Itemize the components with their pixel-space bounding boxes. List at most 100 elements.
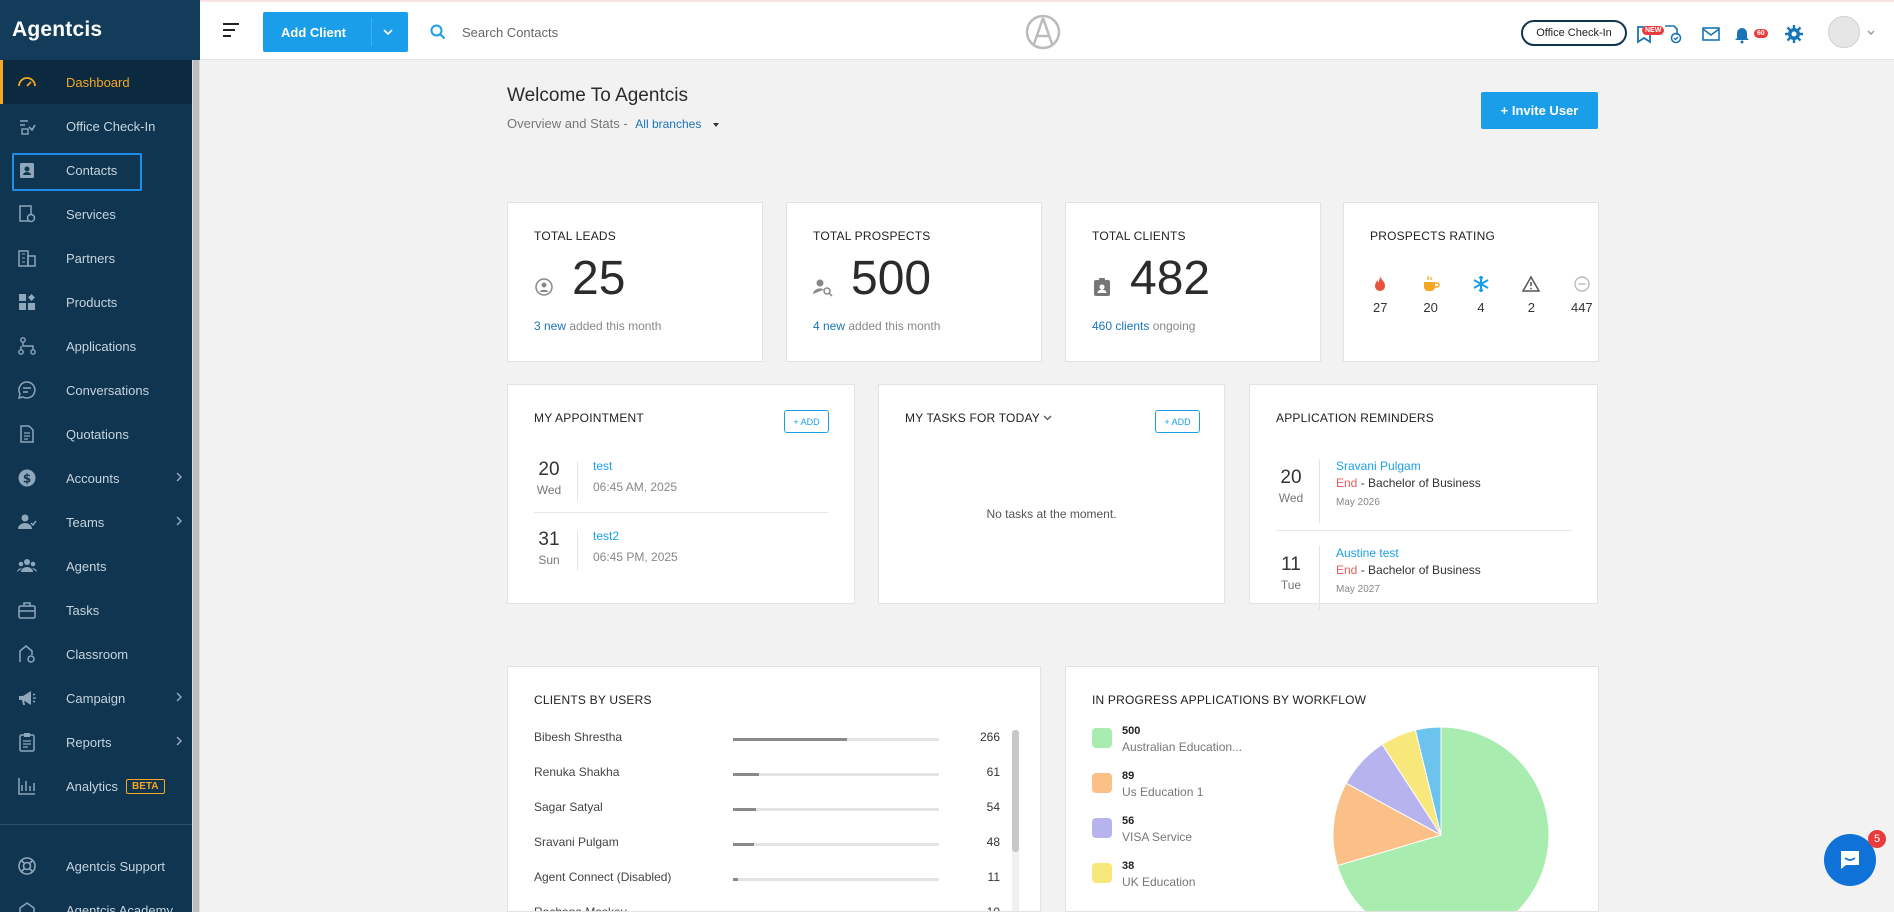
add-appointment-button[interactable]: + ADD	[784, 410, 829, 433]
add-task-button[interactable]: + ADD	[1155, 410, 1200, 433]
chevron-down-icon[interactable]	[1043, 413, 1052, 422]
warning-icon	[1522, 275, 1541, 292]
sidebar-item-teams[interactable]: Teams	[0, 500, 200, 544]
scrollbar-thumb[interactable]	[193, 60, 199, 912]
chevron-right-icon	[176, 472, 183, 482]
sidebar-item-label: Classroom	[66, 646, 129, 662]
user-row[interactable]: Renuka Shakha 61	[534, 765, 1004, 785]
rating-warm[interactable]: 20	[1412, 275, 1448, 317]
branch-selector[interactable]: All branches	[635, 117, 701, 131]
stat-link[interactable]: 3 new	[534, 319, 566, 333]
agentcis-logo-icon[interactable]	[1025, 14, 1061, 50]
sidebar-item-label: Services	[66, 206, 116, 222]
search-input[interactable]	[462, 20, 762, 44]
legend-value: 38	[1122, 860, 1135, 872]
appointment-title[interactable]: test	[593, 459, 612, 473]
appointment-title[interactable]: test2	[593, 529, 619, 543]
invite-user-button[interactable]: + Invite User	[1481, 92, 1598, 129]
user-row[interactable]: Rachana Maskey 10	[534, 905, 1004, 911]
legend-item[interactable]: 500 Australian Education...	[1092, 725, 1292, 765]
sidebar-scrollbar[interactable]	[192, 60, 200, 912]
sidebar-item-quotations[interactable]: Quotations	[0, 412, 200, 456]
reminder-detail: End - Bachelor of Business	[1336, 476, 1481, 490]
legend-swatch	[1092, 863, 1112, 883]
sidebar-item-partners[interactable]: Partners	[0, 236, 200, 280]
chevron-down-icon[interactable]	[1866, 28, 1876, 38]
rating-hot[interactable]: 27	[1362, 275, 1398, 317]
mail-icon[interactable]	[1701, 24, 1721, 44]
user-row[interactable]: Sagar Satyal 54	[534, 800, 1004, 820]
legend-label: VISA Service	[1122, 830, 1193, 844]
user-row[interactable]: Sravani Pulgam 48	[534, 835, 1004, 855]
office-checkin-button[interactable]: Office Check-In	[1521, 20, 1627, 46]
sidebar-item-classroom[interactable]: Classroom	[0, 632, 200, 676]
sidebar-item-office-check-in[interactable]: Office Check-In	[0, 104, 200, 148]
reminder-client-name[interactable]: Austine test	[1336, 546, 1399, 560]
stat-link[interactable]: 460 clients	[1092, 319, 1149, 333]
sidebar-item-services[interactable]: Services	[0, 192, 200, 236]
sidebar-item-academy[interactable]: Agentcis Academy	[0, 888, 192, 912]
my-appointment-card: MY APPOINTMENT + ADD 20 Wed test 06:45 A…	[507, 384, 855, 604]
sidebar-item-products[interactable]: Products	[0, 280, 200, 324]
reminder-item[interactable]: 20 Wed Sravani Pulgam End - Bachelor of …	[1276, 459, 1572, 529]
card-title: APPLICATION REMINDERS	[1276, 411, 1435, 425]
brand-logo[interactable]: Agentcis	[0, 0, 200, 60]
legend-value: 56	[1122, 815, 1135, 827]
sidebar-item-tasks[interactable]: Tasks	[0, 588, 200, 632]
stat-link[interactable]: 4 new	[813, 319, 845, 333]
reminder-item[interactable]: 11 Tue Austine test End - Bachelor of Bu…	[1276, 546, 1572, 616]
progress-fill	[733, 773, 760, 776]
prospects-rating-card: PROSPECTS RATING 27 20 4 2 447	[1343, 202, 1599, 362]
rating-cold[interactable]: 4	[1463, 275, 1499, 317]
sidebar-item-agents[interactable]: Agents	[0, 544, 200, 588]
document-check-icon[interactable]	[1662, 24, 1682, 44]
reminder-client-name[interactable]: Sravani Pulgam	[1336, 459, 1421, 473]
sidebar-item-contacts[interactable]: Contacts	[0, 148, 200, 192]
progress-track	[733, 808, 939, 811]
caret-down-icon[interactable]	[711, 120, 721, 130]
sidebar-item-label: Agents	[66, 558, 107, 574]
add-client-button[interactable]: Add Client	[263, 12, 408, 52]
user-name: Sagar Satyal	[534, 800, 603, 814]
sidebar-item-analytics[interactable]: Analytics BETA	[0, 764, 200, 808]
scrollbar-thumb[interactable]	[1012, 730, 1019, 852]
tasks-filter-dropdown[interactable]: MY TASKS FOR TODAY	[905, 411, 1052, 425]
legend-item[interactable]: 89 Us Education 1	[1092, 770, 1292, 810]
card-title: TOTAL LEADS	[534, 229, 617, 243]
user-row[interactable]: Bibesh Shrestha 266	[534, 730, 1004, 750]
avatar[interactable]	[1828, 16, 1860, 48]
rating-unrated[interactable]: 447	[1564, 275, 1600, 317]
menu-toggle-icon[interactable]	[222, 22, 240, 38]
reminder-status: End	[1336, 476, 1358, 490]
briefcase-icon	[16, 600, 38, 620]
card-title: MY TASKS FOR TODAY	[905, 411, 1040, 425]
rating-value: 2	[1527, 300, 1536, 315]
reminder-detail: End - Bachelor of Business	[1336, 563, 1481, 577]
rating-warning[interactable]: 2	[1513, 275, 1549, 317]
sidebar-item-label: Agentcis Support	[66, 858, 166, 874]
coffee-icon	[1423, 276, 1440, 291]
user-row[interactable]: Agent Connect (Disabled) 11	[534, 870, 1004, 890]
gear-icon[interactable]	[1784, 24, 1804, 44]
sidebar-item-accounts[interactable]: $ Accounts	[0, 456, 200, 500]
sidebar-item-reports[interactable]: Reports	[0, 720, 200, 764]
speedometer-icon	[16, 72, 38, 92]
divider	[1319, 546, 1320, 610]
workflow-icon	[16, 336, 38, 356]
user-name: Sravani Pulgam	[534, 835, 619, 849]
sidebar-item-dashboard[interactable]: Dashboard	[0, 60, 200, 104]
chevron-down-icon[interactable]	[382, 26, 394, 38]
search-icon[interactable]	[430, 24, 446, 40]
bell-icon[interactable]	[1732, 24, 1752, 44]
legend-item[interactable]: 38 UK Education	[1092, 860, 1292, 900]
sidebar-item-campaign[interactable]: Campaign	[0, 676, 200, 720]
sidebar-item-support[interactable]: Agentcis Support	[0, 844, 192, 888]
sidebar-item-applications[interactable]: Applications	[0, 324, 200, 368]
legend-item[interactable]: 56 VISA Service	[1092, 815, 1292, 855]
list-scrollbar[interactable]	[1012, 730, 1019, 911]
appointment-item[interactable]: 20 Wed test 06:45 AM, 2025	[534, 459, 828, 519]
sidebar-item-conversations[interactable]: Conversations	[0, 368, 200, 412]
appointment-item[interactable]: 31 Sun test2 06:45 PM, 2025	[534, 529, 828, 589]
lifebuoy-icon	[16, 856, 38, 876]
chat-badge: 5	[1868, 830, 1886, 848]
